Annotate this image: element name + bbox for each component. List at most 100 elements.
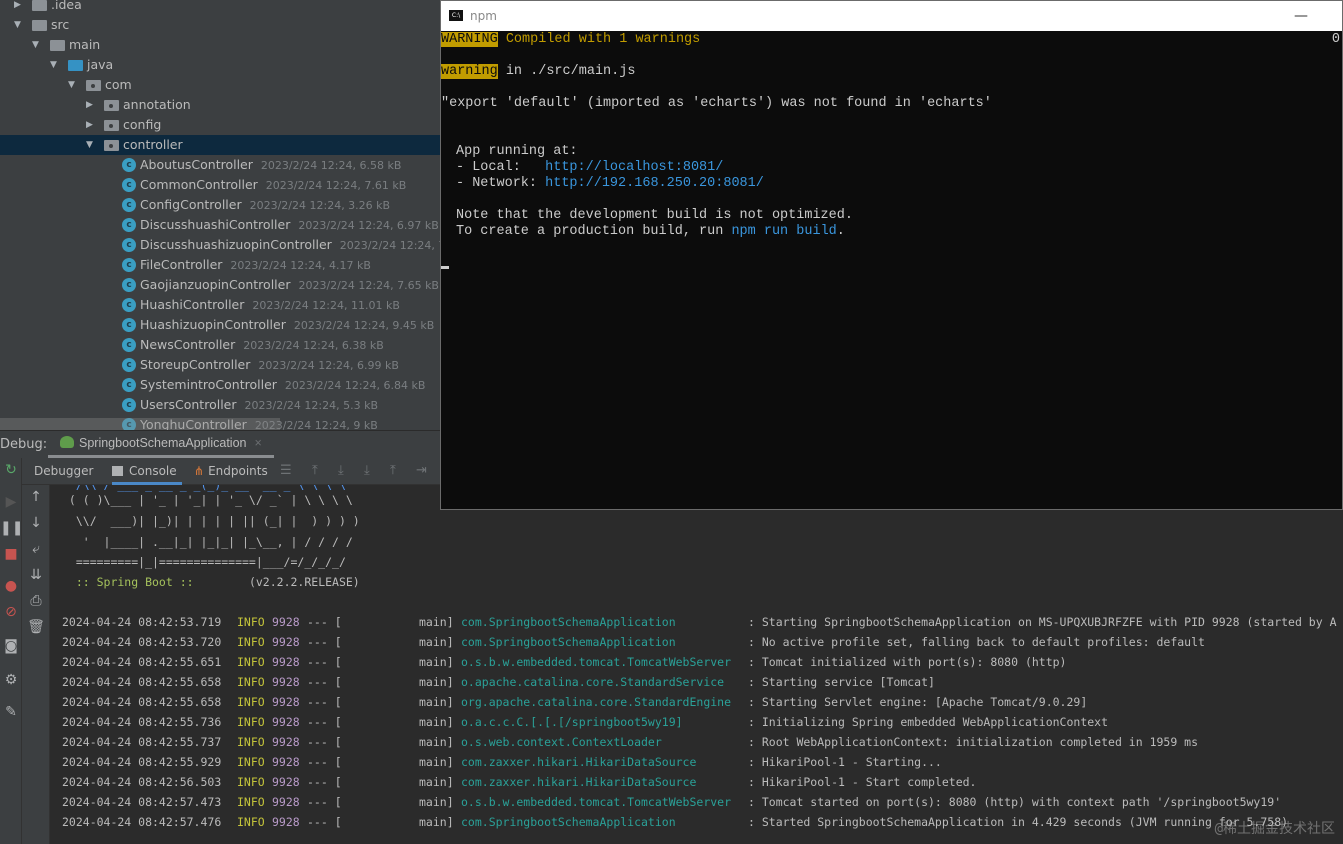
- log-logger: com.zaxxer.hikari.HikariDataSource: [461, 755, 697, 769]
- local-url-link[interactable]: http://localhost:8081/: [545, 160, 723, 175]
- debug-bar: Debug: SpringbootSchemaApplication ×: [0, 430, 440, 458]
- step-into-icon[interactable]: ⤓: [364, 458, 370, 484]
- npm-terminal-window[interactable]: C:\ npm — WARNING Compiled with 1 warnin…: [440, 0, 1343, 510]
- tree-file[interactable]: c HuashizuopinController 2023/2/24 12:24, …: [0, 315, 440, 335]
- view-breakpoints-icon[interactable]: ●: [0, 578, 22, 594]
- log-thread: main]: [419, 695, 454, 709]
- tab-console[interactable]: Console: [112, 458, 182, 485]
- file-name: UsersController: [140, 397, 237, 412]
- log-sep: --- [: [307, 615, 342, 629]
- step-over-icon[interactable]: ⤓: [338, 458, 344, 484]
- file-name: NewsController: [140, 337, 236, 352]
- tree-file[interactable]: c GaojianzuopinController 2023/2/24 12:24,…: [0, 275, 440, 295]
- log-level: INFO: [237, 675, 265, 689]
- pin-icon[interactable]: ✎: [0, 704, 22, 720]
- down-arrow-icon[interactable]: ↓: [25, 515, 47, 531]
- log-thread: main]: [419, 655, 454, 669]
- log-thread: main]: [419, 795, 454, 809]
- print-icon[interactable]: ⎙: [25, 593, 47, 609]
- show-execution-point-icon[interactable]: ⤒: [312, 458, 318, 484]
- log-pid: 9928: [272, 775, 300, 789]
- java-class-icon: c: [122, 158, 136, 172]
- tree-file[interactable]: c HuashiController 2023/2/24 12:24, 11.01 …: [0, 295, 440, 315]
- tree-folder[interactable]: ▶ config: [0, 115, 440, 135]
- horizontal-scrollbar[interactable]: [0, 418, 280, 430]
- menu-icon[interactable]: ☰: [280, 458, 292, 484]
- stop-icon[interactable]: ■: [0, 546, 22, 562]
- log-pid: 9928: [272, 815, 300, 829]
- log-thread: main]: [419, 715, 454, 729]
- up-arrow-icon[interactable]: ↑: [25, 489, 47, 505]
- tree-folder[interactable]: ▼ java: [0, 55, 440, 75]
- chevron-down-icon[interactable]: ▼: [68, 75, 75, 95]
- banner-line: \\/ ___)| |_)| | | | | || (_| | ) ) ) ): [62, 514, 360, 528]
- soft-wrap-icon[interactable]: ⤶: [25, 541, 47, 557]
- rerun-icon[interactable]: ↻: [0, 462, 22, 478]
- run-config-tab[interactable]: SpringbootSchemaApplication ×: [48, 431, 274, 458]
- tab-debugger[interactable]: Debugger: [34, 458, 93, 485]
- file-meta: 2023/2/24 12:24, 6.99 kB: [258, 359, 399, 372]
- log-level: INFO: [237, 735, 265, 749]
- log-ts: 2024-04-24 08:42:55.658: [62, 675, 222, 689]
- tree-file[interactable]: c DiscusshuashiController 2023/2/24 12:24,…: [0, 215, 440, 235]
- terminal-cursor: [441, 266, 449, 269]
- chevron-right-icon[interactable]: ▶: [86, 115, 93, 135]
- run-config-label: SpringbootSchemaApplication: [79, 436, 247, 450]
- tree-folder[interactable]: ▼ com: [0, 75, 440, 95]
- step-out-icon[interactable]: ⤒: [390, 458, 396, 484]
- tab-endpoints[interactable]: ⋔ Endpoints: [194, 458, 268, 485]
- network-url-line: - Network: http://192.168.250.20:8081/: [456, 176, 764, 191]
- camera-icon[interactable]: ◙: [0, 638, 22, 654]
- java-class-icon: c: [122, 198, 136, 212]
- chevron-down-icon[interactable]: ▼: [14, 15, 21, 35]
- tree-folder[interactable]: ▶ annotation: [0, 95, 440, 115]
- console-output[interactable]: /\\ / ___'_ __ _ _(_)_ __ __ _ \ \ \ \ (…: [50, 485, 1343, 844]
- file-meta: 2023/2/24 12:24, 5.3 kB: [244, 399, 379, 412]
- settings-icon[interactable]: ⚙: [0, 672, 22, 688]
- tree-folder[interactable]: ▼ main: [0, 35, 440, 55]
- log-sep: --- [: [307, 775, 342, 789]
- tree-folder[interactable]: ▼ controller: [0, 135, 440, 155]
- watermark: @稀土掘金技术社区: [1214, 821, 1335, 837]
- tree-folder[interactable]: ▼ src: [0, 15, 440, 35]
- tree-file[interactable]: c SystemintroController 2023/2/24 12:24, 6…: [0, 375, 440, 395]
- minimize-button[interactable]: —: [1294, 1, 1308, 31]
- tree-file[interactable]: c FileController 2023/2/24 12:24, 4.17 kB: [0, 255, 440, 275]
- tree-file[interactable]: c StoreupController 2023/2/24 12:24, 6.99 …: [0, 355, 440, 375]
- tree-file[interactable]: c DiscusshuashizuopinController 2023/2/24 …: [0, 235, 440, 255]
- chevron-down-icon[interactable]: ▼: [50, 55, 57, 75]
- chevron-down-icon[interactable]: ▼: [86, 135, 93, 155]
- network-url-link[interactable]: http://192.168.250.20:8081/: [545, 176, 764, 191]
- file-meta: 2023/2/24 12:24, 11.01 kB: [252, 299, 400, 312]
- chevron-down-icon[interactable]: ▼: [32, 35, 39, 55]
- chevron-right-icon[interactable]: ▶: [14, 0, 21, 15]
- file-meta: 2023/2/24 12:24, 9.45 kB: [293, 319, 435, 332]
- file-name: ConfigController: [140, 197, 242, 212]
- tree-file[interactable]: c UsersController 2023/2/24 12:24, 5.3 kB: [0, 395, 440, 415]
- file-meta: 2023/2/24 12:24, 6.58 kB: [260, 159, 402, 172]
- log-ts: 2024-04-24 08:42:53.720: [62, 635, 222, 649]
- close-icon[interactable]: ×: [254, 436, 261, 450]
- build-note-line: To create a production build, run npm ru…: [456, 224, 845, 239]
- window-titlebar[interactable]: C:\ npm —: [441, 1, 1342, 31]
- tree-file[interactable]: c AboutusController 2023/2/24 12:24, 6.58 …: [0, 155, 440, 175]
- tree-label: src: [51, 17, 70, 32]
- run-to-cursor-icon[interactable]: ⇥: [416, 458, 427, 484]
- mute-breakpoints-icon[interactable]: ⊘: [0, 604, 22, 620]
- file-name: CommonController: [140, 177, 258, 192]
- file-meta: 2023/2/24 12:24, 3.26 kB: [249, 199, 391, 212]
- trash-icon[interactable]: 🗑: [25, 619, 47, 635]
- java-class-icon: c: [122, 258, 136, 272]
- resume-icon[interactable]: ▶: [0, 494, 22, 510]
- log-level: INFO: [237, 775, 265, 789]
- chevron-right-icon[interactable]: ▶: [86, 95, 93, 115]
- tree-file[interactable]: c NewsController 2023/2/24 12:24, 6.38 kB: [0, 335, 440, 355]
- tree-file[interactable]: c ConfigController 2023/2/24 12:24, 3.26 k…: [0, 195, 440, 215]
- tree-file[interactable]: c CommonController 2023/2/24 12:24, 7.61 k…: [0, 175, 440, 195]
- java-class-icon: c: [122, 378, 136, 392]
- log-sep: --- [: [307, 755, 342, 769]
- scroll-to-end-icon[interactable]: ⇊: [25, 567, 47, 583]
- folder-icon: [104, 100, 119, 111]
- pause-icon[interactable]: ❚❚: [0, 520, 23, 536]
- tree-folder[interactable]: ▶ .idea: [0, 0, 440, 15]
